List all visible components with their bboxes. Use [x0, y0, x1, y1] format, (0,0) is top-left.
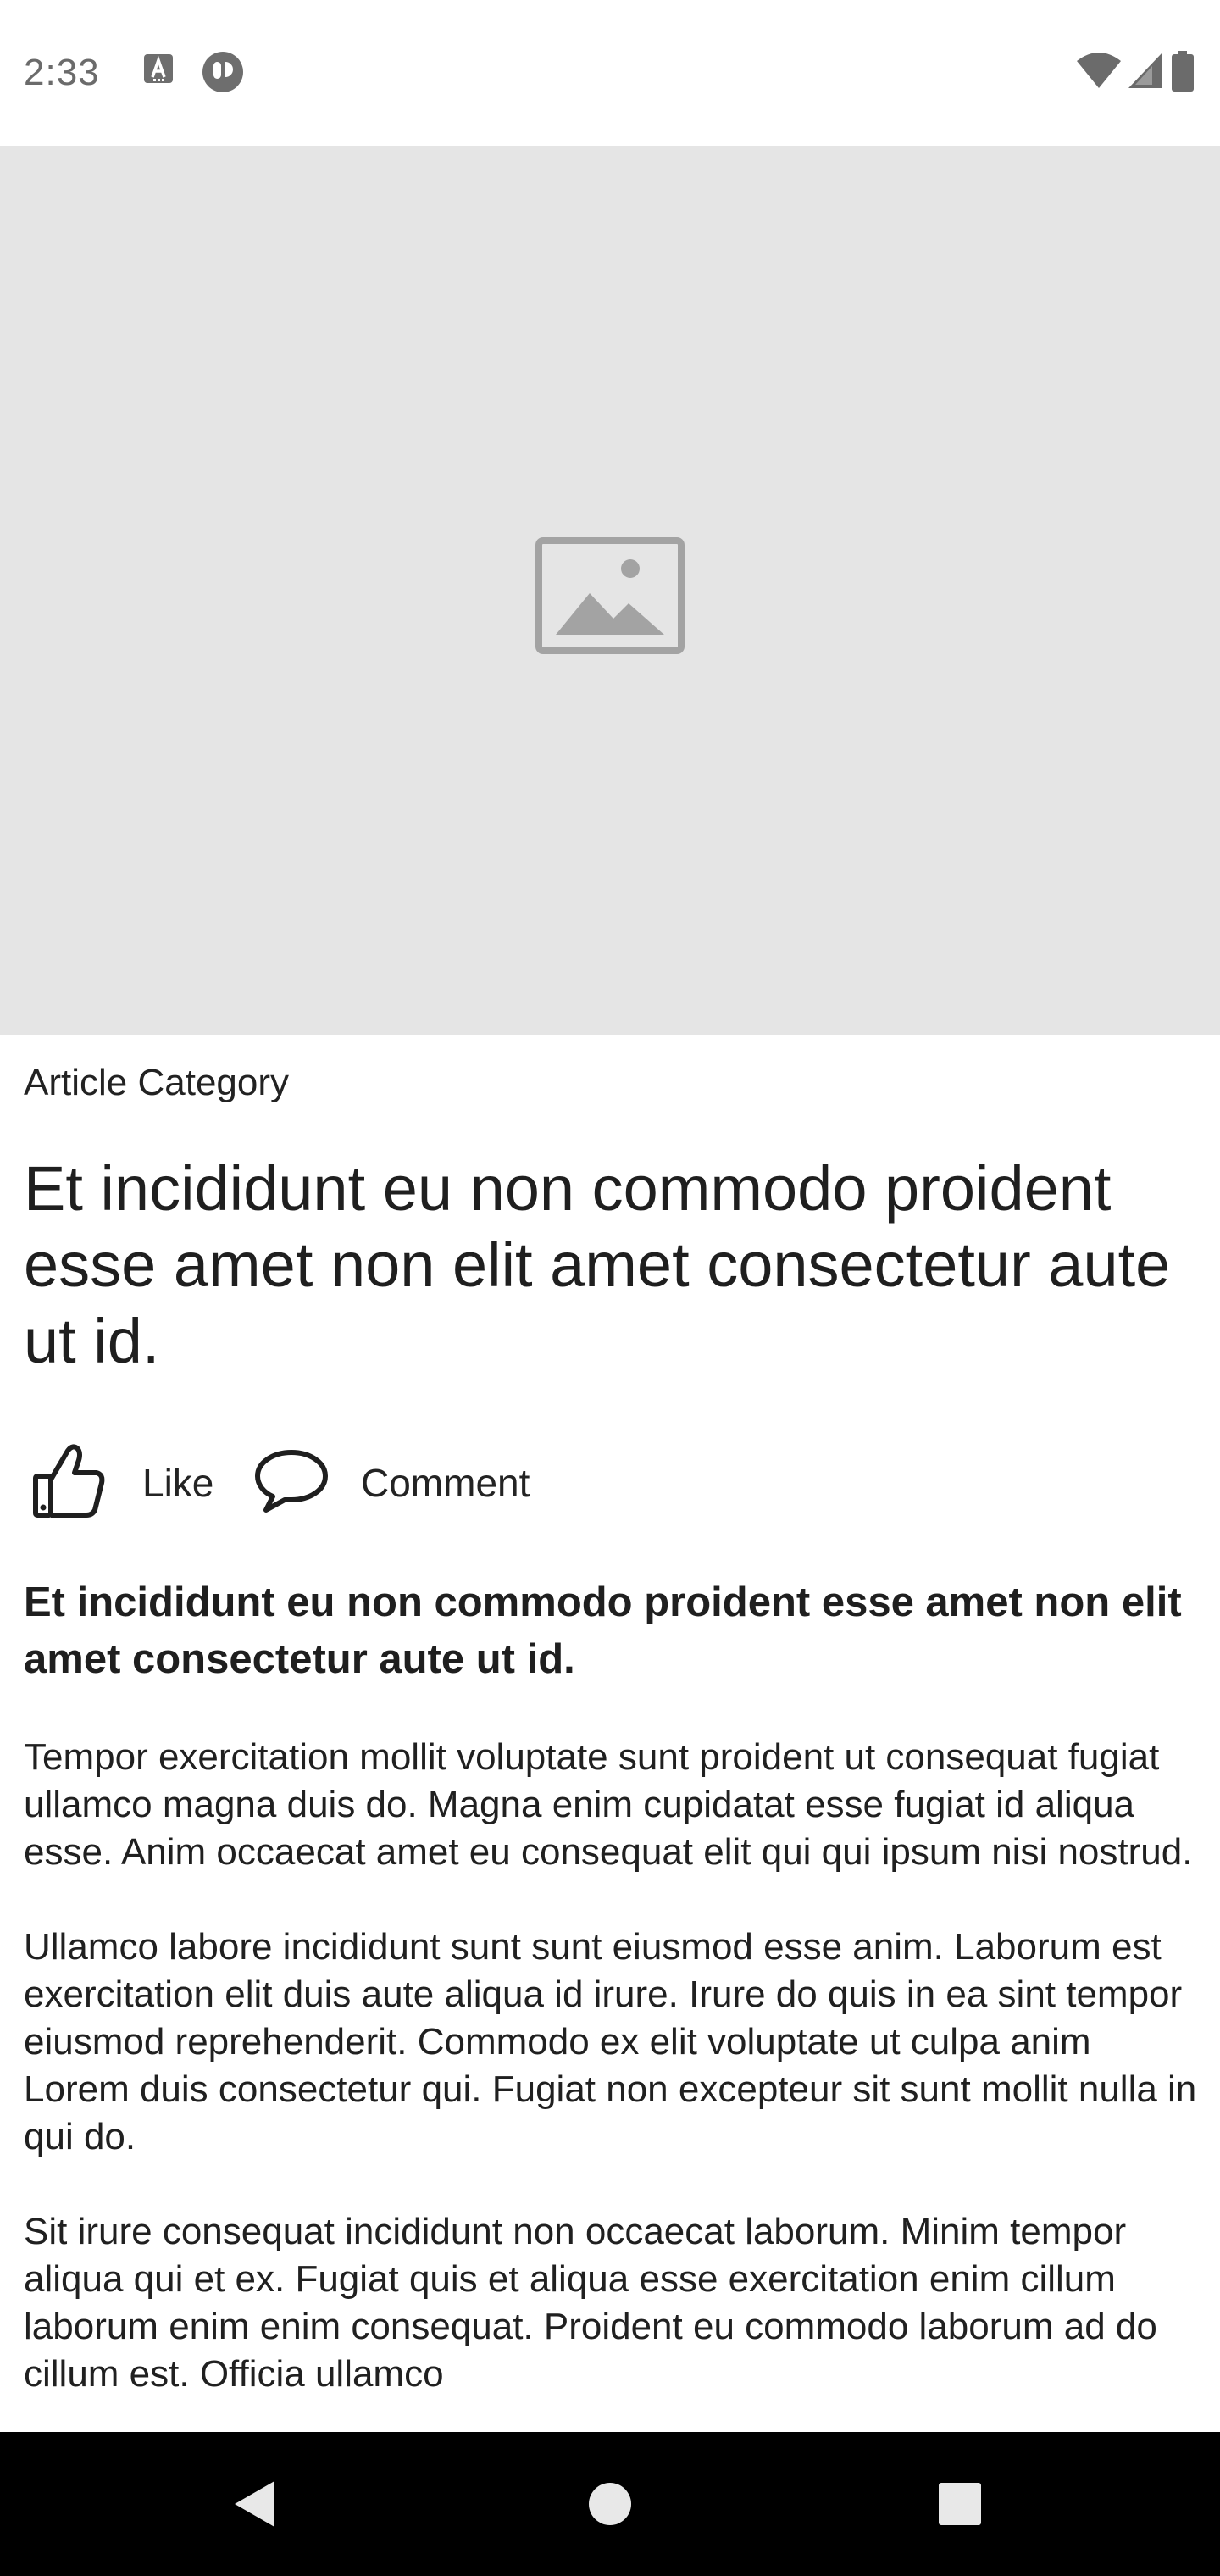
body-paragraph: Tempor exercitation mollit voluptate sun…: [24, 1736, 1193, 1873]
article-actions: Like Comment: [24, 1441, 786, 1525]
thumbs-up-icon: [33, 1444, 105, 1518]
wifi-icon: [1077, 53, 1121, 88]
article-category: Article Category: [24, 1062, 290, 1103]
like-button[interactable]: Like: [24, 1441, 227, 1525]
circle-app-icon: [202, 51, 244, 97]
comment-button[interactable]: Comment: [252, 1441, 591, 1525]
article-body: Tempor exercitation mollit voluptate sun…: [24, 1734, 1203, 2432]
battery-icon: [1172, 51, 1194, 92]
article-headline: Et incididunt eu non commodo proident es…: [24, 1153, 1171, 1376]
cell-signal-icon: [1128, 53, 1162, 88]
article-hero-image: [0, 146, 1220, 1035]
system-navigation-bar: [0, 2432, 1220, 2576]
status-bar: 2:33: [0, 0, 1220, 146]
article-lead: Et incididunt eu non commodo proident es…: [24, 1579, 1182, 1682]
recents-button[interactable]: [888, 2432, 1032, 2576]
home-icon: [589, 2483, 631, 2525]
back-button[interactable]: [182, 2432, 326, 2576]
status-time: 2:33: [24, 52, 100, 93]
comment-icon: [255, 1450, 328, 1513]
recents-icon: [939, 2483, 981, 2525]
app-notification-icon: [142, 53, 175, 91]
body-paragraph: Ullamco labore incididunt sunt sunt eius…: [24, 1926, 1197, 2157]
body-paragraph: Sit irure consequat incididunt non occae…: [24, 2211, 1157, 2395]
home-button[interactable]: [538, 2432, 682, 2576]
image-placeholder-icon: [535, 537, 685, 654]
like-label: Like: [142, 1461, 214, 1505]
article-screen: 2:33 Article Category Et incididunt eu n…: [0, 0, 1220, 2576]
status-icons: [1076, 51, 1203, 95]
comment-label: Comment: [361, 1461, 530, 1505]
back-icon: [235, 2481, 274, 2527]
